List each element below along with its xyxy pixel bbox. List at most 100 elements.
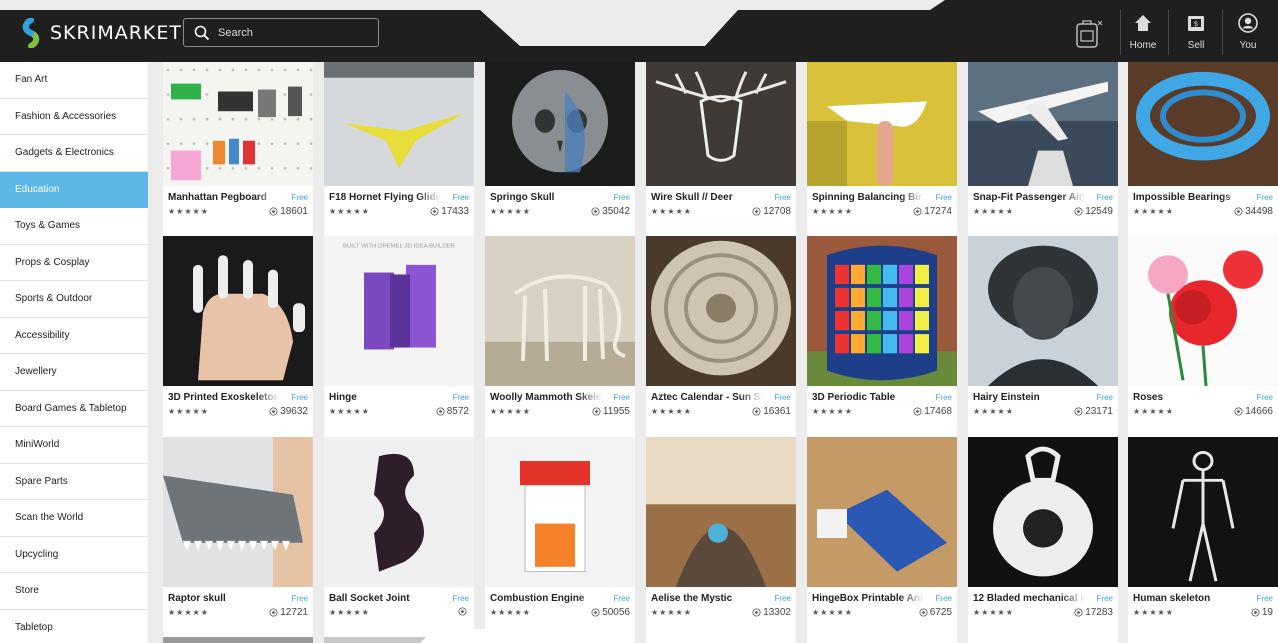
model-title[interactable]: Combustion Engine — [490, 593, 602, 604]
sidebar-item-fan-art[interactable]: Fan Art — [0, 62, 148, 99]
mystic-image — [646, 437, 796, 587]
view-count: 50056 — [591, 607, 630, 618]
model-card[interactable]: Snap-Fit Passenger Airplane Free ★★★★★ 1… — [968, 186, 1118, 242]
model-title[interactable]: Hinge — [329, 392, 441, 403]
model-title[interactable]: Wire Skull // Deer — [651, 192, 763, 203]
sidebar-item-board-games-tabletop[interactable]: Board Games & Tabletop — [0, 391, 148, 427]
view-count: 18601 — [269, 206, 308, 217]
model-card[interactable]: Aelise the Mystic Free ★★★★★ 13302 — [646, 587, 796, 643]
model-thumbnail[interactable] — [968, 236, 1118, 386]
model-thumbnail[interactable] — [163, 62, 313, 186]
model-thumbnail[interactable] — [485, 437, 635, 587]
view-count: 6725 — [919, 607, 952, 618]
model-card[interactable]: 3D Periodic Table Free ★★★★★ 17468 — [807, 386, 957, 442]
sidebar-item-props-cosplay[interactable]: Props & Cosplay — [0, 245, 148, 281]
model-title[interactable]: Snap-Fit Passenger Airplane — [973, 192, 1085, 203]
model-thumbnail[interactable] — [646, 62, 796, 186]
sidebar-item-tabletop[interactable]: Tabletop — [0, 610, 148, 643]
model-thumbnail[interactable] — [807, 437, 957, 587]
hinge-image: BUILT WITH DREMEL 3D IDEA BUILDER — [324, 236, 474, 386]
model-card[interactable]: Impossible Bearings Free ★★★★★ 34498 — [1128, 186, 1278, 242]
sidebar-item-accessibility[interactable]: Accessibility — [0, 318, 148, 354]
model-title[interactable]: 3D Printed Exoskeleton — [168, 392, 280, 403]
sidebar-item-toys-games[interactable]: Toys & Games — [0, 208, 148, 245]
model-thumbnail[interactable]: BUILT WITH DREMEL 3D IDEA BUILDER — [324, 236, 474, 386]
model-title[interactable]: Roses — [1133, 392, 1245, 403]
model-thumbnail[interactable] — [1128, 62, 1278, 186]
model-card[interactable]: Roses Free ★★★★★ 14666 — [1128, 386, 1278, 442]
model-title[interactable]: Raptor skull — [168, 593, 280, 604]
model-thumbnail[interactable] — [968, 62, 1118, 186]
model-title[interactable]: Hairy Einstein — [973, 392, 1085, 403]
nav-sell-button[interactable]: $ Sell — [1174, 12, 1218, 52]
model-thumbnail[interactable] — [1128, 437, 1278, 587]
model-title[interactable]: Woolly Mammoth Skeleton — [490, 392, 602, 403]
model-thumbnail[interactable] — [324, 62, 474, 186]
model-thumbnail[interactable] — [646, 437, 796, 587]
model-card[interactable]: Springo Skull Free ★★★★★ 35042 — [485, 186, 635, 242]
model-thumbnail[interactable] — [1128, 236, 1278, 386]
sidebar-item-miniworld[interactable]: MiniWorld — [0, 427, 148, 464]
model-thumbnail[interactable] — [485, 236, 635, 386]
model-card[interactable]: Wire Skull // Deer Free ★★★★★ 12708 — [646, 186, 796, 242]
app-logo[interactable]: SKRIMARKET — [18, 18, 182, 48]
model-thumbnail[interactable] — [163, 236, 313, 386]
model-card[interactable]: Human skeleton Free ★★★★★ 19 — [1128, 587, 1278, 643]
view-count: 17274 — [913, 206, 952, 217]
sidebar-item-education[interactable]: Education — [0, 171, 148, 208]
model-title[interactable]: 3D Periodic Table — [812, 392, 924, 403]
view-count-value: 23171 — [1085, 406, 1113, 417]
sidebar-item-sports-outdoor[interactable]: Sports & Outdoor — [0, 281, 148, 318]
sidebar-item-spare-parts[interactable]: Spare Parts — [0, 464, 148, 500]
model-title[interactable]: Springo Skull — [490, 192, 602, 203]
search-icon — [194, 25, 210, 40]
view-count: 16361 — [752, 406, 791, 417]
model-title[interactable]: HingeBox Printable Animal — [812, 593, 924, 604]
nav-home-button[interactable]: Home — [1121, 12, 1165, 52]
model-title[interactable]: Aztec Calendar - Sun Stone — [651, 392, 763, 403]
sidebar-item-fashion-accessories[interactable]: Fashion & Accessories — [0, 99, 148, 135]
model-card[interactable]: Aztec Calendar - Sun Stone Free ★★★★★ 16… — [646, 386, 796, 442]
model-title[interactable]: Human skeleton — [1133, 593, 1245, 604]
model-card[interactable]: F18 Hornet Flying Glider Free ★★★★★ 1743… — [324, 186, 474, 242]
model-title[interactable]: Spinning Balancing Bird — [812, 192, 924, 203]
model-card[interactable]: 3D Printed Exoskeleton Free ★★★★★ 39632 — [163, 386, 313, 442]
model-thumbnail[interactable] — [646, 236, 796, 386]
cart-icon[interactable] — [1072, 18, 1104, 50]
model-thumbnail[interactable] — [807, 62, 957, 186]
price-label: Free — [291, 393, 308, 402]
views-icon — [430, 207, 439, 216]
model-thumbnail[interactable] — [163, 437, 313, 587]
model-title[interactable]: Ball Socket Joint — [329, 593, 441, 604]
sidebar-item-gadgets-electronics[interactable]: Gadgets & Electronics — [0, 135, 148, 172]
model-thumbnail[interactable] — [968, 437, 1118, 587]
hand-image — [163, 236, 313, 386]
model-card[interactable]: Raptor skull Free ★★★★★ 12721 — [163, 587, 313, 643]
nav-you-button[interactable]: You — [1226, 12, 1270, 52]
model-card[interactable]: 12 Bladed mechanical iris Free ★★★★★ 172… — [968, 587, 1118, 643]
model-title[interactable]: Aelise the Mystic — [651, 593, 763, 604]
model-title[interactable]: F18 Hornet Flying Glider — [329, 192, 441, 203]
model-title[interactable]: Manhattan Pegboard — [168, 192, 280, 203]
rating-stars: ★★★★★ — [812, 207, 853, 216]
sidebar-item-scan-the-world[interactable]: Scan the World — [0, 500, 148, 537]
model-thumbnail[interactable] — [485, 62, 635, 186]
model-card[interactable]: Hinge Free ★★★★★ 8572 — [324, 386, 474, 442]
model-thumbnail[interactable] — [807, 236, 957, 386]
model-thumbnail[interactable] — [163, 637, 313, 643]
model-card[interactable]: Hairy Einstein Free ★★★★★ 23171 — [968, 386, 1118, 442]
model-card[interactable]: Woolly Mammoth Skeleton Free ★★★★★ 11955 — [485, 386, 635, 442]
model-card[interactable]: HingeBox Printable Animal Free ★★★★★ 672… — [807, 587, 957, 643]
view-count-value: 14666 — [1245, 406, 1273, 417]
view-count-value: 6725 — [929, 607, 952, 618]
model-card[interactable]: Manhattan Pegboard Free ★★★★★ 18601 — [163, 186, 313, 242]
views-icon — [436, 407, 445, 416]
model-title[interactable]: 12 Bladed mechanical iris — [973, 593, 1085, 604]
model-title[interactable]: Impossible Bearings — [1133, 192, 1245, 203]
sidebar-item-store[interactable]: Store — [0, 573, 148, 610]
model-thumbnail[interactable] — [324, 437, 474, 587]
sidebar-item-jewellery[interactable]: Jewellery — [0, 354, 148, 391]
model-card[interactable]: Spinning Balancing Bird Free ★★★★★ 17274 — [807, 186, 957, 242]
search-input[interactable]: Search — [183, 18, 379, 47]
sidebar-item-upcycling[interactable]: Upcycling — [0, 537, 148, 573]
